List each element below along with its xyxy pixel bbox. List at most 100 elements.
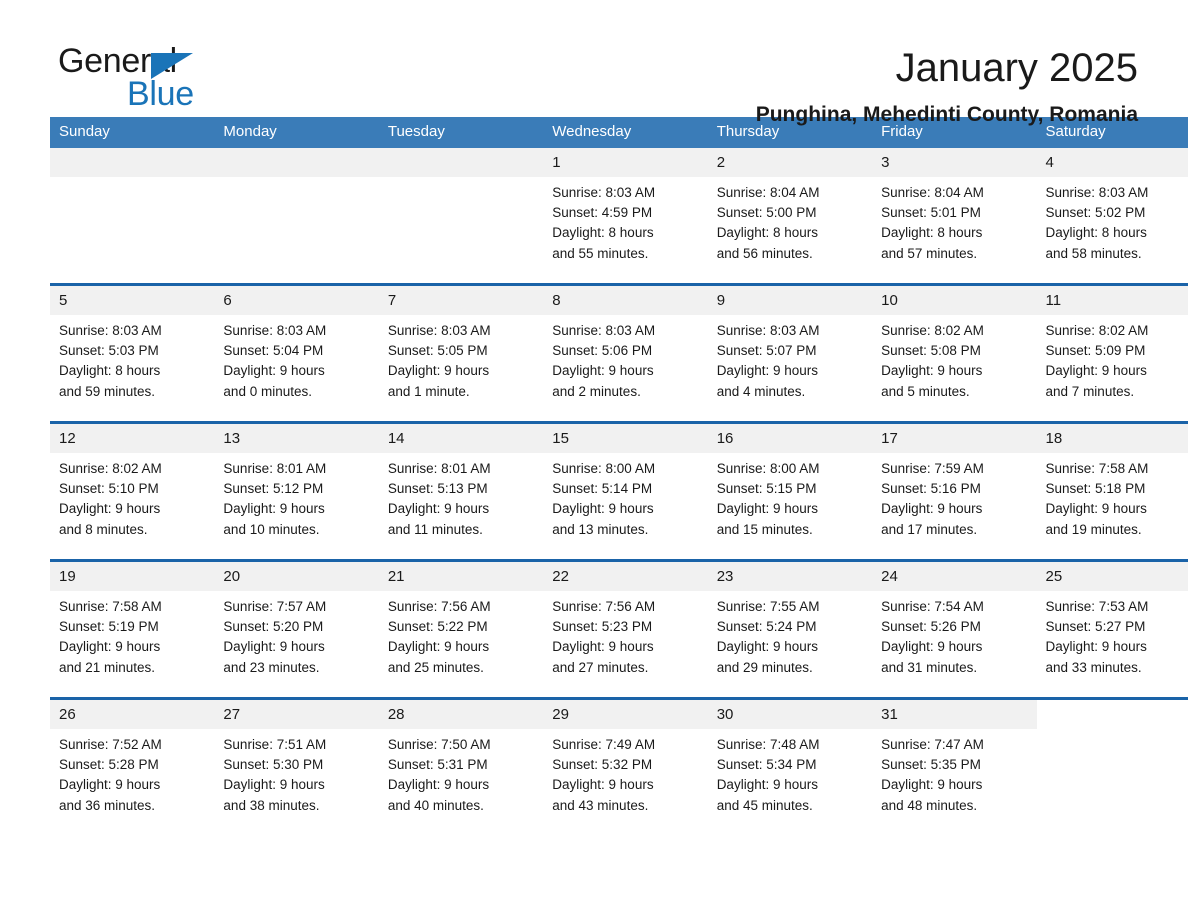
sunset-text: Sunset: 5:27 PM xyxy=(1045,619,1146,635)
day-number: 23 xyxy=(707,562,873,591)
day-details: Sunrise: 7:58 AM Sunset: 5:18 PM Daylight:… xyxy=(1037,453,1188,540)
sunset-text: Sunset: 5:22 PM xyxy=(387,619,488,635)
day-cell[interactable]: 25 Sunrise: 7:53 AM Sunset: 5:27 PM Dayligh… xyxy=(1036,559,1188,699)
daylight-text-line1: Daylight: 9 hours xyxy=(223,777,325,793)
sunrise-text: Sunrise: 7:50 AM xyxy=(387,737,491,752)
day-cell[interactable]: 22 Sunrise: 7:56 AM Sunset: 5:23 PM Dayligh… xyxy=(543,559,708,699)
day-cell[interactable]: 28 Sunrise: 7:50 AM Sunset: 5:31 PM Dayligh… xyxy=(378,697,544,835)
day-details: Sunrise: 7:47 AM Sunset: 5:35 PM Daylight:… xyxy=(872,729,1036,816)
daylight-text-line2: and 40 minutes. xyxy=(387,797,484,813)
day-cell[interactable]: 13 Sunrise: 8:01 AM Sunset: 5:12 PM Dayligh… xyxy=(214,421,379,561)
sunset-text: Sunset: 4:59 PM xyxy=(552,205,653,221)
day-number: 5 xyxy=(50,286,215,315)
sunrise-text: Sunrise: 8:03 AM xyxy=(223,323,327,338)
sunset-text: Sunset: 5:24 PM xyxy=(716,619,817,635)
calendar-week-row: 26 Sunrise: 7:52 AM Sunset: 5:28 PM Dayligh… xyxy=(50,697,1188,835)
sunrise-text: Sunrise: 7:52 AM xyxy=(59,737,162,752)
day-cell[interactable]: 10 Sunrise: 8:02 AM Sunset: 5:08 PM Dayligh… xyxy=(872,283,1037,423)
day-details: Sunrise: 7:59 AM Sunset: 5:16 PM Daylight:… xyxy=(872,453,1036,540)
daylight-text-line1: Daylight: 9 hours xyxy=(59,501,161,517)
daylight-text-line1: Daylight: 9 hours xyxy=(881,639,983,655)
day-details: Sunrise: 7:54 AM Sunset: 5:26 PM Daylight:… xyxy=(872,591,1036,678)
day-cell[interactable]: 7 Sunrise: 8:03 AM Sunset: 5:05 PM Daylight… xyxy=(378,283,544,423)
sunset-text: Sunset: 5:31 PM xyxy=(387,757,488,773)
calendar-week-row: 5 Sunrise: 8:03 AM Sunset: 5:03 PM Daylight… xyxy=(50,283,1188,423)
column-header-tuesday: Tuesday xyxy=(378,117,544,148)
daylight-text-line2: and 13 minutes. xyxy=(552,521,649,537)
day-cell[interactable]: 3 Sunrise: 8:04 AM Sunset: 5:01 PM Daylight… xyxy=(872,148,1037,285)
empty-day-cell xyxy=(378,148,544,285)
daylight-text-line2: and 0 minutes. xyxy=(223,383,312,399)
sunrise-text: Sunrise: 8:01 AM xyxy=(387,461,491,476)
daylight-text-line2: and 2 minutes. xyxy=(552,383,641,399)
day-cell[interactable]: 15 Sunrise: 8:00 AM Sunset: 5:14 PM Dayligh… xyxy=(543,421,708,561)
daylight-text-line2: and 11 minutes. xyxy=(387,521,483,537)
day-details: Sunrise: 8:03 AM Sunset: 4:59 PM Daylight:… xyxy=(543,177,707,264)
daylight-text-line2: and 8 minutes. xyxy=(59,521,148,537)
day-details: Sunrise: 7:57 AM Sunset: 5:20 PM Daylight:… xyxy=(214,591,378,678)
daylight-text-line2: and 55 minutes. xyxy=(552,245,649,261)
day-number: 17 xyxy=(872,424,1037,453)
sunset-text: Sunset: 5:04 PM xyxy=(223,343,324,359)
day-cell[interactable]: 6 Sunrise: 8:03 AM Sunset: 5:04 PM Daylight… xyxy=(214,283,379,423)
daylight-text-line2: and 57 minutes. xyxy=(881,245,978,261)
sunrise-text: Sunrise: 8:03 AM xyxy=(387,323,491,338)
daylight-text-line2: and 4 minutes. xyxy=(716,383,806,399)
day-number: 1 xyxy=(543,148,708,177)
day-cell[interactable]: 21 Sunrise: 7:56 AM Sunset: 5:22 PM Dayligh… xyxy=(378,559,544,699)
daylight-text-line1: Daylight: 9 hours xyxy=(1045,363,1147,379)
sunrise-text: Sunrise: 8:03 AM xyxy=(59,323,162,338)
day-cell[interactable]: 8 Sunrise: 8:03 AM Sunset: 5:06 PM Daylight… xyxy=(543,283,708,423)
page-title: January 2025 xyxy=(895,46,1138,90)
day-cell[interactable]: 14 Sunrise: 8:01 AM Sunset: 5:13 PM Dayligh… xyxy=(378,421,544,561)
day-number: 30 xyxy=(707,700,873,729)
day-cell[interactable]: 12 Sunrise: 8:02 AM Sunset: 5:10 PM Dayligh… xyxy=(50,421,215,561)
sunrise-text: Sunrise: 7:53 AM xyxy=(1045,599,1149,614)
day-cell[interactable]: 16 Sunrise: 8:00 AM Sunset: 5:15 PM Dayligh… xyxy=(707,421,873,561)
day-number: 29 xyxy=(543,700,708,729)
day-details: Sunrise: 7:56 AM Sunset: 5:23 PM Daylight:… xyxy=(543,591,707,678)
day-cell[interactable]: 4 Sunrise: 8:03 AM Sunset: 5:02 PM Daylight… xyxy=(1036,148,1188,285)
calendar-week-row: 19 Sunrise: 7:58 AM Sunset: 5:19 PM Dayligh… xyxy=(50,559,1188,699)
daylight-text-line1: Daylight: 9 hours xyxy=(716,639,818,655)
day-cell[interactable]: 23 Sunrise: 7:55 AM Sunset: 5:24 PM Dayligh… xyxy=(707,559,873,699)
daylight-text-line1: Daylight: 9 hours xyxy=(716,501,818,517)
daylight-text-line1: Daylight: 9 hours xyxy=(1045,501,1147,517)
day-cell[interactable]: 9 Sunrise: 8:03 AM Sunset: 5:07 PM Daylight… xyxy=(707,283,873,423)
daylight-text-line1: Daylight: 8 hours xyxy=(1045,225,1147,241)
daylight-text-line1: Daylight: 9 hours xyxy=(1045,639,1147,655)
day-number: 2 xyxy=(707,148,873,177)
daylight-text-line2: and 56 minutes. xyxy=(716,245,813,261)
day-details: Sunrise: 7:52 AM Sunset: 5:28 PM Daylight:… xyxy=(50,729,214,816)
day-cell[interactable]: 2 Sunrise: 8:04 AM Sunset: 5:00 PM Daylight… xyxy=(707,148,873,285)
sunrise-text: Sunrise: 8:03 AM xyxy=(552,185,656,200)
day-cell[interactable]: 19 Sunrise: 7:58 AM Sunset: 5:19 PM Dayligh… xyxy=(50,559,215,699)
day-details: Sunrise: 8:03 AM Sunset: 5:06 PM Daylight:… xyxy=(543,315,707,402)
day-number: 26 xyxy=(50,700,215,729)
sunset-text: Sunset: 5:14 PM xyxy=(552,481,653,497)
day-details: Sunrise: 7:51 AM Sunset: 5:30 PM Daylight:… xyxy=(214,729,378,816)
day-cell[interactable]: 5 Sunrise: 8:03 AM Sunset: 5:03 PM Daylight… xyxy=(50,283,215,423)
calendar-week-row: 12 Sunrise: 8:02 AM Sunset: 5:10 PM Dayligh… xyxy=(50,421,1188,561)
day-number: 7 xyxy=(378,286,544,315)
day-cell[interactable]: 17 Sunrise: 7:59 AM Sunset: 5:16 PM Dayligh… xyxy=(872,421,1037,561)
daylight-text-line2: and 33 minutes. xyxy=(1045,659,1142,675)
day-cell[interactable]: 27 Sunrise: 7:51 AM Sunset: 5:30 PM Dayligh… xyxy=(214,697,379,835)
day-cell[interactable]: 20 Sunrise: 7:57 AM Sunset: 5:20 PM Dayligh… xyxy=(214,559,379,699)
day-cell[interactable]: 30 Sunrise: 7:48 AM Sunset: 5:34 PM Dayligh… xyxy=(707,697,873,835)
daylight-text-line2: and 7 minutes. xyxy=(1045,383,1135,399)
sunrise-text: Sunrise: 7:48 AM xyxy=(716,737,820,752)
day-cell[interactable]: 31 Sunrise: 7:47 AM Sunset: 5:35 PM Dayligh… xyxy=(872,697,1037,835)
day-cell[interactable]: 24 Sunrise: 7:54 AM Sunset: 5:26 PM Dayligh… xyxy=(872,559,1037,699)
day-cell[interactable]: 18 Sunrise: 7:58 AM Sunset: 5:18 PM Dayligh… xyxy=(1036,421,1188,561)
day-cell[interactable]: 11 Sunrise: 8:02 AM Sunset: 5:09 PM Dayligh… xyxy=(1036,283,1188,423)
day-cell[interactable]: 1 Sunrise: 8:03 AM Sunset: 4:59 PM Daylight… xyxy=(543,148,708,285)
sunset-text: Sunset: 5:09 PM xyxy=(1045,343,1146,359)
sunrise-text: Sunrise: 8:02 AM xyxy=(59,461,162,476)
day-details: Sunrise: 8:03 AM Sunset: 5:05 PM Daylight:… xyxy=(379,315,543,402)
day-details: Sunrise: 7:53 AM Sunset: 5:27 PM Daylight:… xyxy=(1037,591,1188,678)
title-block: January 2025 Punghina, Mehedinti County,… xyxy=(756,42,1138,130)
sunset-text: Sunset: 5:03 PM xyxy=(59,343,159,359)
day-cell[interactable]: 26 Sunrise: 7:52 AM Sunset: 5:28 PM Dayligh… xyxy=(50,697,215,835)
day-cell[interactable]: 29 Sunrise: 7:49 AM Sunset: 5:32 PM Dayligh… xyxy=(543,697,708,835)
